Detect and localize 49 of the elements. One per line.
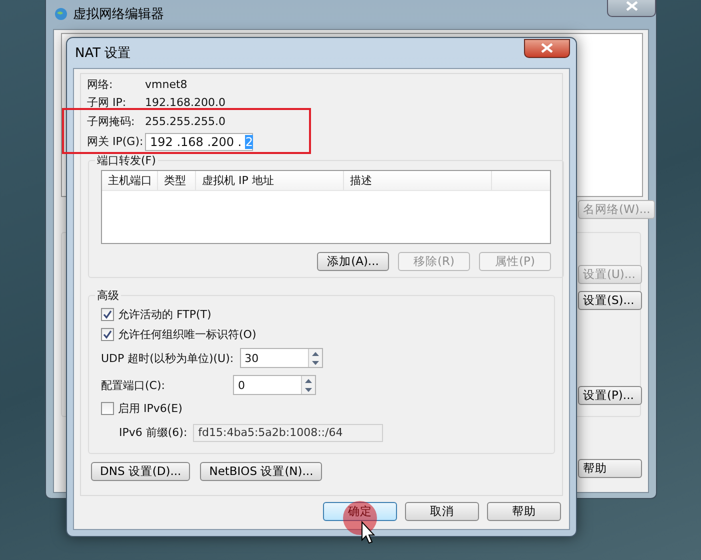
close-button[interactable] [524,38,570,58]
settings-button[interactable]: 帮助 [578,459,642,478]
group-title: 端口转发(F) [96,152,157,168]
settings-button[interactable]: NetBIOS 设置(N)... [200,462,322,480]
field-label: 网关 IP(G): [87,134,144,149]
checkbox-label: 允许任何组织唯一标识符(O) [118,327,256,342]
field-value: 192.168.200.0 [145,96,226,110]
close-icon [626,1,638,11]
down-arrow-icon [305,388,312,392]
field-label: 子网 IP: [87,95,128,110]
down-arrow-icon [312,360,319,364]
field-label: IPv6 前缀(6): [119,425,188,440]
number-input-field[interactable]: 0 [233,375,316,395]
field-value: 255.255.255.0 [145,114,226,128]
spin-down-button[interactable] [302,385,315,394]
column-header[interactable]: 类型 [158,170,196,190]
checkbox[interactable] [101,308,114,321]
globe-icon [54,7,68,21]
group-title: 高级 [96,288,120,302]
spin-up-button[interactable] [302,376,315,385]
column-header[interactable]: 描述 [344,170,492,190]
field-label: 配置端口(C): [101,378,166,392]
column-header[interactable]: 主机端口 [102,170,158,190]
number-input-field[interactable]: 30 [240,348,323,368]
field-label: 网络: [87,76,114,92]
ip-input-field[interactable]: 192 .168 .200 . 2 [145,132,253,150]
window-title: 虚拟网络编辑器 [73,6,164,23]
column-header[interactable]: 虚拟机 IP 地址 [196,170,344,190]
checkbox-label: 允许活动的 FTP(T) [118,307,212,322]
spin-down-button[interactable] [308,358,322,367]
up-arrow-icon [312,352,319,356]
dialog-button[interactable]: 取消 [405,502,479,521]
field-label: UDP 超时(以秒为单位)(U): [101,350,235,366]
checkbox-label: 启用 IPv6(E) [118,401,182,416]
settings-button[interactable]: 设置(P)... [578,386,642,405]
settings-button[interactable]: 设置(S)... [578,291,642,310]
checkbox[interactable] [101,328,114,341]
checkbox[interactable] [101,402,114,415]
spin-up-button[interactable] [308,349,322,358]
settings-button[interactable]: DNS 设置(D)... [91,462,190,480]
field-value: vmnet8 [145,78,188,91]
dialog-button[interactable]: 帮助 [487,502,561,521]
up-arrow-icon [305,378,312,382]
dialog-button[interactable]: 确定 [323,502,397,521]
close-button[interactable] [607,0,656,17]
field-label: 子网掩码: [87,114,136,129]
close-icon [541,43,553,53]
table-action-button[interactable]: 添加(A)... [317,252,389,270]
dialog-title: NAT 设置 [74,45,131,62]
